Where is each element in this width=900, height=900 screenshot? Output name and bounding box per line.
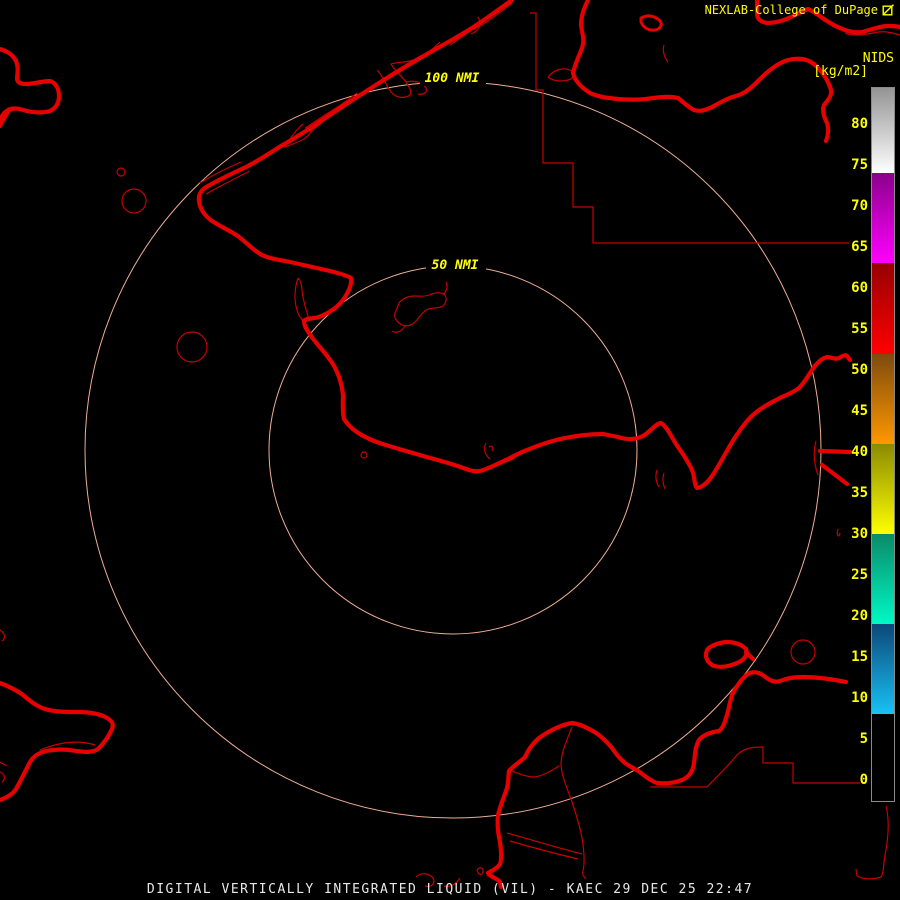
colorbar-tick-label: 0 <box>859 772 868 788</box>
colorbar-tick-label: 35 <box>851 485 868 501</box>
colorbar-segment-1 <box>872 534 894 625</box>
small-ring-1 <box>116 167 126 177</box>
colorbar-tick-label: 25 <box>851 567 868 583</box>
range-rings <box>84 81 822 819</box>
colorbar-segment-6 <box>872 88 894 174</box>
map-thin-outlines <box>0 2 900 888</box>
colorbar-tick-label: 65 <box>851 239 868 255</box>
colorbar-tick-label: 20 <box>851 608 868 624</box>
colorbar-tick-label: 15 <box>851 649 868 665</box>
small-ring-5 <box>360 451 368 459</box>
map-thick-coastlines <box>0 0 900 890</box>
ring-label-50: 50 NMI <box>432 258 479 273</box>
right-mid-details <box>813 440 841 537</box>
colorbar-segment-3 <box>872 353 894 444</box>
ring-labels: 100 NMI 50 NMI <box>420 67 486 273</box>
colorbar-tick-label: 60 <box>851 280 868 296</box>
small-ring-2 <box>121 188 147 214</box>
colorbar-segment-0 <box>872 624 894 715</box>
range-ring-50nmi <box>268 265 638 635</box>
small-ring-4 <box>790 639 816 665</box>
colorbar-tick-label: 80 <box>851 116 868 132</box>
colorbar-tick-label: 30 <box>851 526 868 542</box>
small-ring-3 <box>176 331 208 363</box>
range-ring-100nmi <box>84 81 822 819</box>
brand: NEXLAB-College of DuPage <box>705 3 894 17</box>
southeast-islet <box>703 639 756 669</box>
colorbar-tick-label: 10 <box>851 690 868 706</box>
colorbar-track <box>871 87 895 802</box>
northwest-islet <box>0 46 62 129</box>
colorbar-tick-label: 75 <box>851 157 868 173</box>
radar-map: 100 NMI 50 NMI <box>0 0 900 890</box>
colorbar-segment-2 <box>872 443 894 534</box>
southwest-islet <box>0 680 115 803</box>
county-stairs-north <box>530 12 849 244</box>
ring-label-100: 100 NMI <box>425 71 480 86</box>
radar-display: 100 NMI 50 NMI NEXLAB-College of DuPage … <box>0 0 900 900</box>
islands-northwest <box>199 2 574 195</box>
colorbar-segment-4 <box>872 263 894 354</box>
colorbar-units: [kg/m2] <box>813 64 868 79</box>
colorbar-tick-label: 45 <box>851 403 868 419</box>
colorbar-tick-label: 50 <box>851 362 868 378</box>
left-edge-marks <box>0 629 96 783</box>
colorbar-tick-label: 40 <box>851 444 868 460</box>
colorbar-tick-label: 5 <box>859 731 868 747</box>
colorbar-tick-label: 55 <box>851 321 868 337</box>
right-mid-coastline <box>817 448 853 487</box>
colorbar-tick-label: 70 <box>851 198 868 214</box>
product-title: DIGITAL VERTICALLY INTEGRATED LIQUID (VI… <box>146 882 754 897</box>
top-edge-islet <box>639 14 663 32</box>
northeast-coastline <box>570 0 834 144</box>
brand-text: NEXLAB-College of DuPage <box>704 3 878 17</box>
colorbar-segment-5 <box>872 173 894 264</box>
college-of-dupage-logo-icon <box>882 3 894 16</box>
main-coastline <box>196 0 853 491</box>
south-lake-outline <box>485 670 849 890</box>
coast-below-colorbar <box>855 805 889 880</box>
